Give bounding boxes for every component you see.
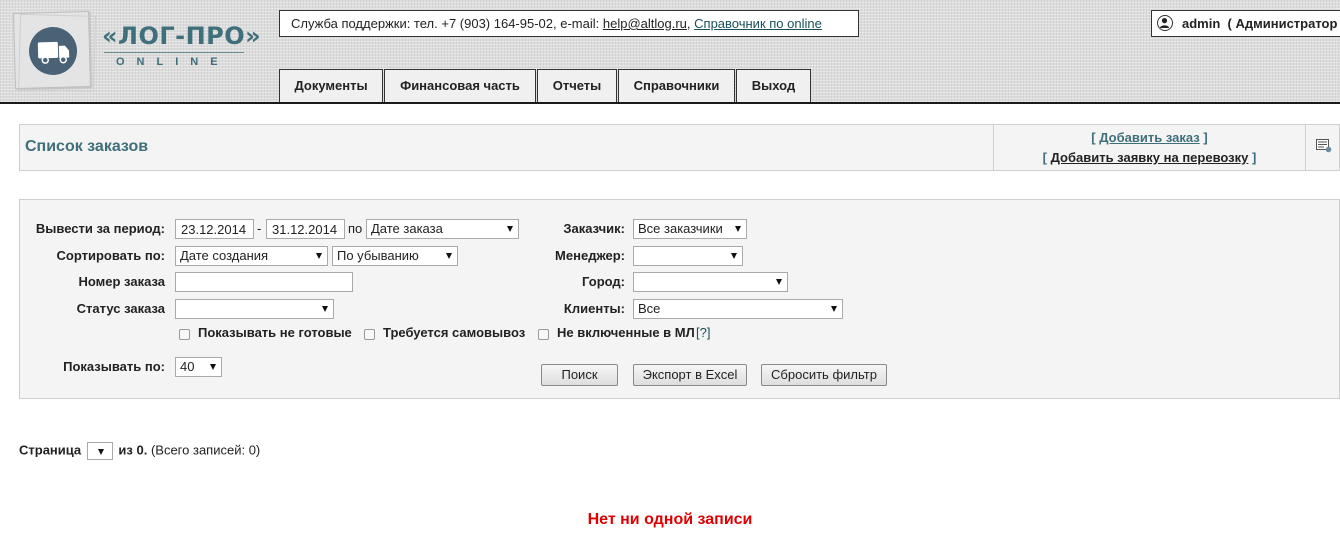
not-ready-label[interactable]: Показывать не готовые (198, 325, 352, 340)
not-ready-checkbox[interactable] (179, 329, 190, 340)
show-by-label: Показывать по: (63, 359, 165, 374)
support-email-link[interactable]: help@altlog.ru (603, 16, 687, 31)
chevron-down-icon (97, 449, 104, 455)
support-text: Служба поддержки: тел. +7 (903) 164-95-0… (291, 16, 603, 31)
page-title: Список заказов (25, 138, 149, 155)
logo-subtitle: ONLINE (116, 56, 230, 68)
period-label: Вывести за период: (35, 221, 165, 236)
page-size-select[interactable]: 40 (175, 357, 222, 377)
order-number-label: Номер заказа (78, 274, 166, 289)
nav-tab-reports[interactable]: Отчеты (537, 69, 617, 102)
date-type-select[interactable]: Дате заказа (366, 219, 519, 239)
order-number-input[interactable] (175, 272, 353, 292)
empty-message: Нет ни одной записи (587, 511, 753, 528)
reset-filter-button[interactable]: Сбросить фильтр (761, 364, 887, 386)
support-sep: , (686, 16, 691, 31)
export-excel-button[interactable]: Экспорт в Excel (633, 364, 747, 386)
nav-tab-directories[interactable]: Справочники (618, 69, 735, 102)
clients-label: Клиенты: (563, 301, 625, 316)
chevron-down-icon (507, 226, 513, 232)
truck-icon (28, 26, 78, 76)
user-name: admin (1182, 16, 1221, 31)
help-link[interactable]: [?] (696, 325, 710, 340)
nav-tab-finance[interactable]: Финансовая часть (384, 69, 536, 102)
sort-order-select[interactable]: По убыванию (332, 246, 458, 266)
manager-select[interactable] (633, 246, 743, 266)
user-role: ( Администратор (1227, 16, 1338, 31)
logo-divider (104, 52, 244, 53)
chevron-down-icon (776, 279, 782, 285)
header: «ЛОГ-ПРО» ONLINE Служба поддержки: тел. … (0, 0, 1340, 104)
date-to-input[interactable] (266, 219, 345, 239)
status-label: Статус заказа (76, 301, 165, 316)
date-from-input[interactable] (175, 219, 254, 239)
chevron-down-icon (831, 306, 837, 312)
sort-order-value: По убыванию (337, 248, 419, 263)
pickup-label[interactable]: Требуется самовывоз (383, 325, 525, 340)
add-order-link[interactable]: Добавить заказ (1099, 130, 1199, 145)
chevron-down-icon (210, 364, 216, 370)
by-label: по (348, 221, 363, 236)
customer-value: Все заказчики (638, 221, 723, 236)
customer-select[interactable]: Все заказчики (633, 219, 747, 239)
bracket-close: ] (1203, 130, 1208, 145)
date-type-value: Дате заказа (371, 221, 443, 236)
reference-link[interactable]: Справочник по online (694, 16, 822, 31)
user-icon (1157, 15, 1173, 31)
not-in-ml-label[interactable]: Не включенные в МЛ (557, 325, 695, 340)
chevron-down-icon (735, 226, 741, 232)
chevron-down-icon (322, 306, 328, 312)
title-bar: Список заказов [ Добавить заказ ] [ Доба… (19, 124, 1340, 171)
not-in-ml-checkbox[interactable] (538, 329, 549, 340)
sort-field-value: Дате создания (180, 248, 269, 263)
support-box: Служба поддержки: тел. +7 (903) 164-95-0… (279, 10, 859, 37)
filter-panel: Вывести за период: - по Дате заказа Зака… (19, 199, 1340, 399)
logo-text: «ЛОГ-ПРО» (102, 22, 262, 50)
search-button[interactable]: Поиск (541, 364, 618, 386)
clients-value: Все (638, 301, 661, 316)
add-request-link[interactable]: Добавить заявку на перевозку (1051, 150, 1249, 165)
nav-tab-exit[interactable]: Выход (736, 69, 811, 102)
customer-label: Заказчик: (563, 221, 625, 236)
page-of-text: из 0. (118, 442, 148, 458)
page-size-value: 40 (180, 359, 195, 374)
chevron-down-icon (446, 253, 452, 259)
chevron-down-icon (731, 253, 737, 259)
user-label: admin ( Администратор (1182, 11, 1337, 36)
pickup-checkbox[interactable] (364, 329, 375, 340)
city-label: Город: (582, 274, 625, 289)
manager-label: Менеджер: (555, 248, 625, 263)
city-select[interactable] (633, 272, 788, 292)
bracket-open: [ (1042, 150, 1047, 165)
table-settings-icon[interactable] (1316, 139, 1332, 153)
bracket-open: [ (1091, 130, 1096, 145)
nav-tab-documents[interactable]: Документы (279, 69, 383, 102)
date-separator: - (257, 221, 262, 236)
pager: Страница из 0. (Всего записей: 0) (19, 442, 260, 460)
status-select[interactable] (175, 299, 334, 319)
clients-select[interactable]: Все (633, 299, 843, 319)
bracket-close: ] (1252, 150, 1257, 165)
logo[interactable] (13, 11, 97, 92)
total-records: (Всего записей: 0) (150, 442, 261, 458)
page-label: Страница (19, 442, 82, 458)
sort-field-select[interactable]: Дате создания (175, 246, 328, 266)
title-actions: [ Добавить заказ ] [ Добавить заявку на … (993, 125, 1306, 170)
user-box[interactable]: admin ( Администратор (1151, 10, 1340, 37)
chevron-down-icon (316, 253, 322, 259)
page-select[interactable] (86, 442, 113, 460)
sort-label: Сортировать по: (56, 248, 165, 263)
